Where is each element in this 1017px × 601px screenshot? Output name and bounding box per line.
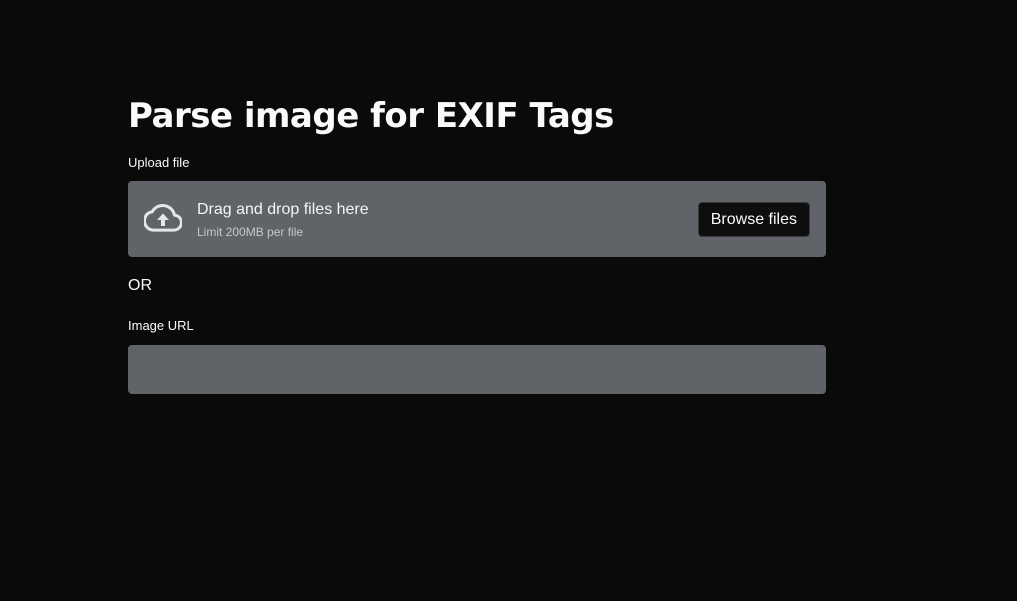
dropzone-title: Drag and drop files here <box>197 201 369 218</box>
dropzone-size-limit: Limit 200MB per file <box>197 225 304 239</box>
or-separator: OR <box>128 277 152 294</box>
upload-file-label: Upload file <box>128 155 190 170</box>
file-dropzone[interactable]: Drag and drop files here Limit 200MB per… <box>128 181 826 257</box>
cloud-upload-icon <box>144 204 182 232</box>
page-title: Parse image for EXIF Tags <box>128 96 614 136</box>
browse-files-button[interactable]: Browse files <box>697 202 810 237</box>
dropzone-instructions: Drag and drop files here Limit 200MB per… <box>197 200 369 239</box>
image-url-label: Image URL <box>128 318 194 333</box>
image-url-input[interactable] <box>128 345 826 394</box>
